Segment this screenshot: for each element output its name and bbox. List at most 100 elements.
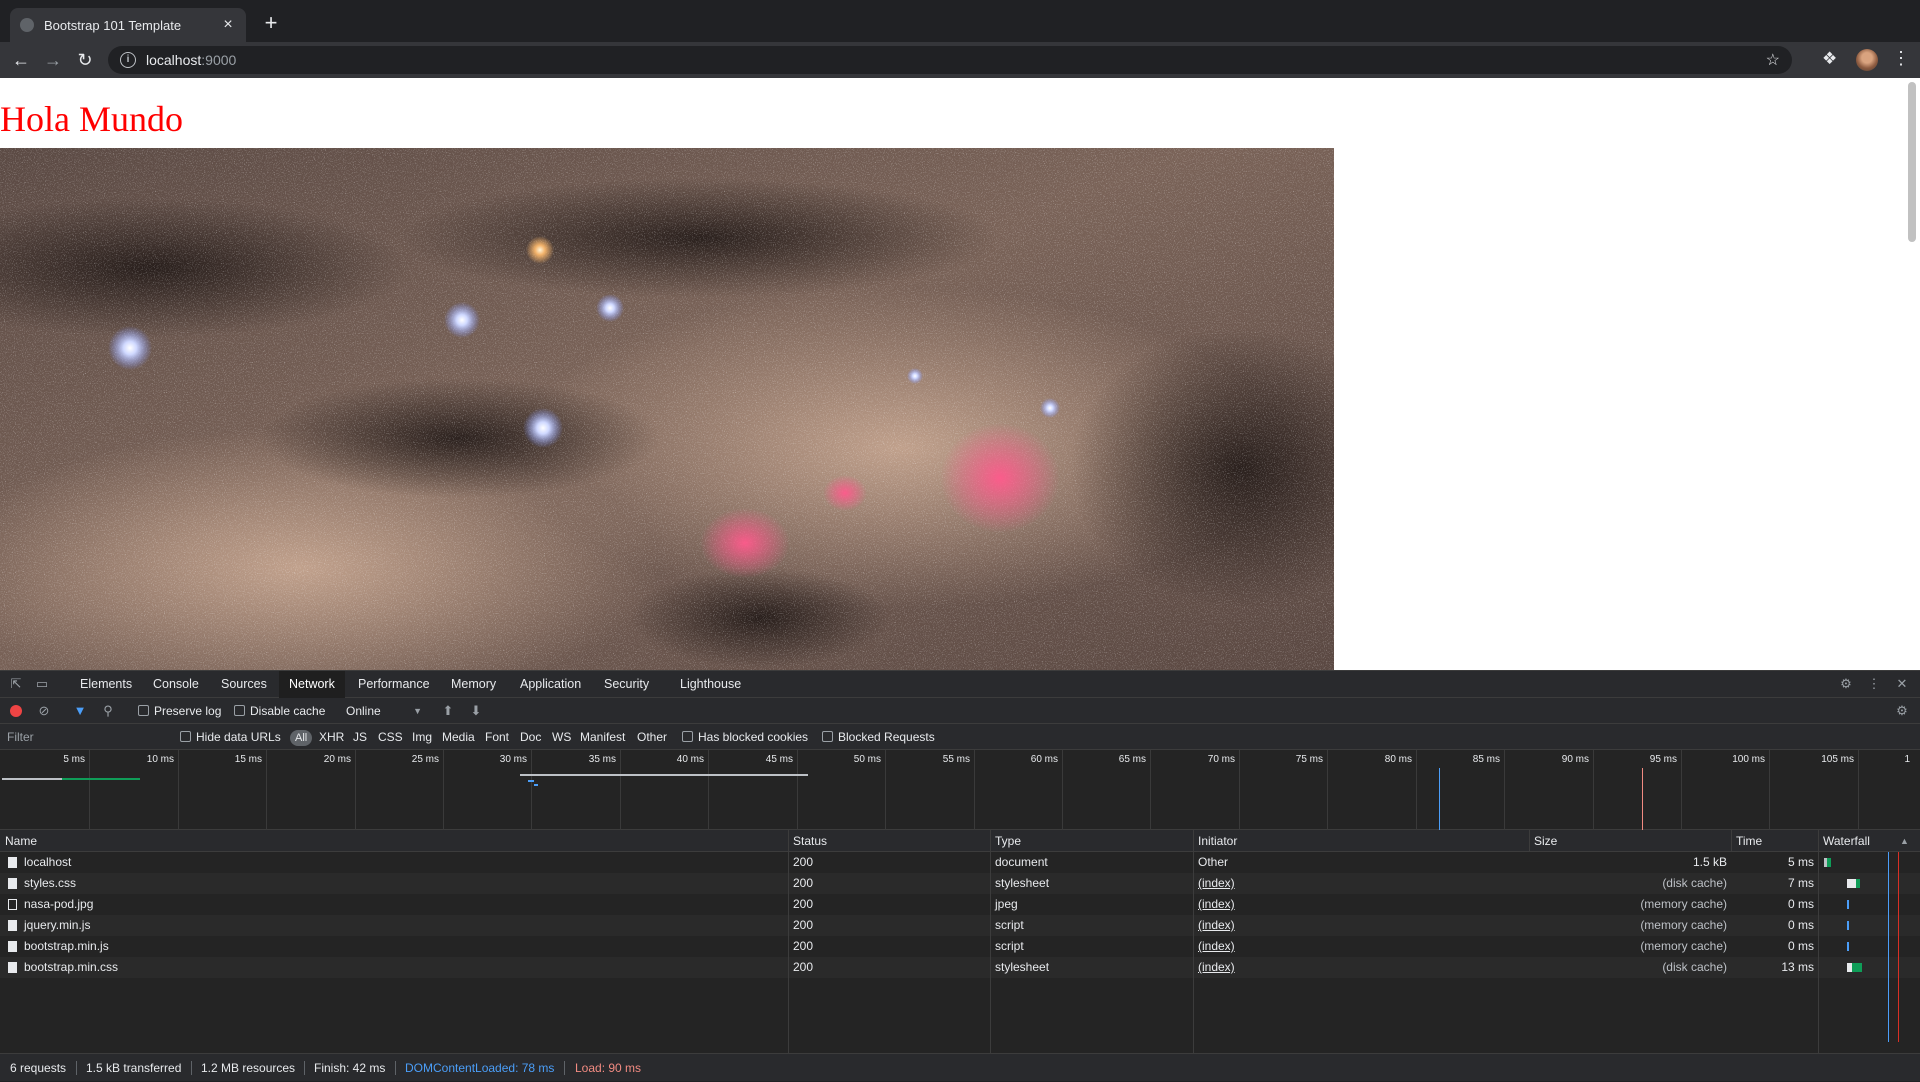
- request-name[interactable]: nasa-pod.jpg: [24, 894, 93, 915]
- table-row[interactable]: bootstrap.min.css 200 stylesheet (index)…: [0, 957, 1920, 978]
- url-port: :9000: [201, 52, 237, 68]
- column-divider[interactable]: [788, 830, 789, 1062]
- waterfall-bar-cached: [1847, 921, 1849, 930]
- column-divider[interactable]: [1731, 830, 1732, 852]
- reload-icon[interactable]: ↻: [72, 47, 98, 73]
- overview-gridline: [1062, 750, 1063, 830]
- close-devtools-icon[interactable]: ✕: [1894, 676, 1910, 692]
- column-header-status[interactable]: Status: [788, 830, 827, 852]
- type-filter-ws[interactable]: WS: [552, 724, 571, 750]
- site-info-icon[interactable]: i: [120, 52, 136, 68]
- browser-menu-icon[interactable]: ⋮: [1892, 48, 1910, 69]
- column-divider[interactable]: [1193, 830, 1194, 1062]
- request-name[interactable]: bootstrap.min.js: [24, 936, 109, 957]
- preserve-log-checkbox[interactable]: Preserve log: [138, 698, 221, 724]
- type-filter-other[interactable]: Other: [637, 724, 667, 750]
- network-overview-timeline[interactable]: 5 ms 10 ms 15 ms 20 ms 25 ms 30 ms 35 ms…: [0, 750, 1920, 830]
- back-arrow-icon[interactable]: ←: [8, 47, 34, 73]
- browser-tab[interactable]: Bootstrap 101 Template ×: [10, 8, 246, 42]
- request-initiator-link[interactable]: (index): [1198, 915, 1235, 936]
- request-initiator-link[interactable]: (index): [1198, 894, 1235, 915]
- tab-performance[interactable]: Performance: [348, 671, 440, 698]
- settings-gear-icon[interactable]: ⚙: [1838, 676, 1854, 692]
- blocked-requests-checkbox[interactable]: Blocked Requests: [822, 724, 935, 750]
- bookmark-star-icon[interactable]: ☆: [1766, 50, 1780, 70]
- request-name[interactable]: styles.css: [24, 873, 76, 894]
- column-divider[interactable]: [1529, 830, 1530, 852]
- checkbox-box[interactable]: [822, 731, 833, 742]
- type-filter-css[interactable]: CSS: [378, 724, 403, 750]
- request-time: 0 ms: [1787, 897, 1814, 911]
- table-row[interactable]: bootstrap.min.js 200 script (index) (mem…: [0, 936, 1920, 957]
- forward-arrow-icon[interactable]: →: [40, 47, 66, 73]
- request-size: (disk cache): [1662, 876, 1727, 890]
- profile-avatar[interactable]: [1856, 49, 1878, 71]
- tab-memory[interactable]: Memory: [441, 671, 506, 698]
- network-settings-gear-icon[interactable]: ⚙: [1894, 703, 1910, 719]
- table-row[interactable]: localhost 200 document Other 1.5 kB 5 ms: [0, 852, 1920, 873]
- column-header-name[interactable]: Name: [0, 830, 37, 852]
- checkbox-box[interactable]: [180, 731, 191, 742]
- address-bar[interactable]: i localhost:9000 ☆: [108, 46, 1792, 74]
- has-blocked-cookies-checkbox[interactable]: Has blocked cookies: [682, 724, 808, 750]
- request-name[interactable]: localhost: [24, 852, 71, 873]
- checkbox-box[interactable]: [682, 731, 693, 742]
- type-filter-img[interactable]: Img: [412, 724, 432, 750]
- request-name[interactable]: bootstrap.min.css: [24, 957, 118, 978]
- search-icon[interactable]: ⚲: [100, 703, 116, 719]
- column-divider[interactable]: [990, 830, 991, 1062]
- device-toolbar-icon[interactable]: ▭: [34, 676, 50, 692]
- clear-icon[interactable]: ⊘: [36, 703, 52, 719]
- new-tab-button[interactable]: +: [260, 12, 282, 35]
- overview-tick-label: 10 ms: [146, 754, 174, 765]
- overview-tick-label: 80 ms: [1384, 754, 1412, 765]
- import-har-icon[interactable]: ⬆: [440, 703, 456, 719]
- checkbox-box[interactable]: [138, 705, 149, 716]
- filter-funnel-icon[interactable]: ▼: [72, 703, 88, 719]
- column-header-initiator[interactable]: Initiator: [1193, 830, 1237, 852]
- request-initiator-link[interactable]: (index): [1198, 873, 1235, 894]
- tab-lighthouse[interactable]: Lighthouse: [670, 671, 751, 698]
- column-divider[interactable]: [1818, 830, 1819, 1062]
- export-har-icon[interactable]: ⬇: [468, 703, 484, 719]
- request-initiator-link[interactable]: (index): [1198, 936, 1235, 957]
- throttling-select[interactable]: Online ▼: [346, 698, 422, 724]
- column-header-type[interactable]: Type: [990, 830, 1021, 852]
- column-header-time[interactable]: Time: [1731, 830, 1762, 852]
- type-filter-media[interactable]: Media: [442, 724, 475, 750]
- request-initiator-link[interactable]: (index): [1198, 957, 1235, 978]
- filter-input[interactable]: Filter: [7, 724, 34, 750]
- type-filter-doc[interactable]: Doc: [520, 724, 541, 750]
- tab-security[interactable]: Security: [594, 671, 659, 698]
- summary-divider: [304, 1061, 305, 1075]
- type-filter-js[interactable]: JS: [353, 724, 367, 750]
- column-header-size[interactable]: Size: [1529, 830, 1557, 852]
- record-button[interactable]: [10, 705, 22, 717]
- type-filter-xhr[interactable]: XHR: [319, 724, 344, 750]
- type-filter-all[interactable]: All: [290, 724, 313, 750]
- extensions-puzzle-icon[interactable]: ❖: [1822, 49, 1837, 69]
- tab-application[interactable]: Application: [510, 671, 591, 698]
- overview-tick-label: 95 ms: [1649, 754, 1677, 765]
- tab-network[interactable]: Network: [279, 671, 345, 698]
- table-row[interactable]: nasa-pod.jpg 200 jpeg (index) (memory ca…: [0, 894, 1920, 915]
- tab-console[interactable]: Console: [143, 671, 209, 698]
- column-header-waterfall[interactable]: Waterfall: [1818, 830, 1870, 852]
- type-filter-manifest[interactable]: Manifest: [580, 724, 625, 750]
- close-tab-icon[interactable]: ×: [220, 17, 236, 33]
- table-row[interactable]: jquery.min.js 200 script (index) (memory…: [0, 915, 1920, 936]
- disable-cache-checkbox[interactable]: Disable cache: [234, 698, 325, 724]
- type-filter-font[interactable]: Font: [485, 724, 509, 750]
- inspect-element-icon[interactable]: ⇱: [8, 676, 24, 692]
- hide-data-urls-checkbox[interactable]: Hide data URLs: [180, 724, 281, 750]
- request-name[interactable]: jquery.min.js: [24, 915, 90, 936]
- devtools-menu-icon[interactable]: ⋮: [1866, 676, 1882, 692]
- tab-elements[interactable]: Elements: [70, 671, 142, 698]
- table-row[interactable]: styles.css 200 stylesheet (index) (disk …: [0, 873, 1920, 894]
- checkbox-box[interactable]: [234, 705, 245, 716]
- sort-ascending-icon[interactable]: ▲: [1895, 830, 1909, 852]
- tab-sources[interactable]: Sources: [211, 671, 277, 698]
- tab-strip: Bootstrap 101 Template × +: [0, 0, 1920, 42]
- page-scrollbar[interactable]: [1904, 78, 1920, 670]
- page-scrollbar-thumb[interactable]: [1908, 82, 1916, 242]
